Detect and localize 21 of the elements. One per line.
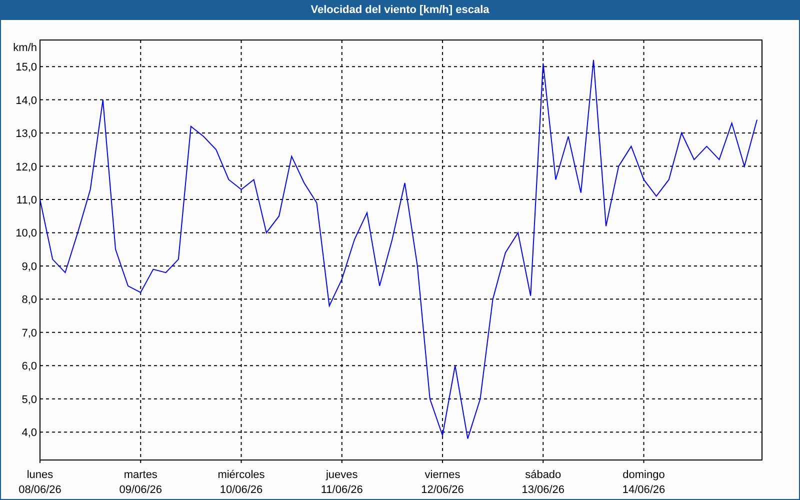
x-tick-label: jueves 11/06/26 — [320, 468, 364, 498]
y-tick-label: 11,0 — [16, 194, 37, 206]
x-tick-label: sábado 13/06/26 — [520, 468, 566, 498]
y-tick-label: 7,0 — [22, 327, 37, 340]
y-tick-label: 14,0 — [16, 94, 37, 107]
y-tick-label: 5,0 — [22, 394, 37, 406]
y-tick-label: 12,0 — [16, 161, 37, 174]
x-tick-label: viernes 12/06/26 — [420, 468, 465, 498]
y-tick-label: 6,0 — [22, 360, 37, 373]
y-tick-label: 13,0 — [16, 128, 37, 140]
x-tick-label: domingo 14/06/26 — [621, 468, 666, 498]
y-tick-label: 15,0 — [16, 62, 37, 74]
x-tick-label: martes 09/06/26 — [118, 468, 164, 498]
x-tick-label: lunes 08/06/26 — [18, 468, 62, 498]
y-tick-label: 9,0 — [22, 260, 37, 273]
y-tick-label: 4,0 — [22, 427, 37, 440]
y-tick-label: 8,0 — [22, 294, 37, 306]
y-axis-label: km/h — [13, 42, 37, 54]
y-tick-label: 10,0 — [16, 228, 37, 240]
x-tick-label: miércoles 10/06/26 — [216, 468, 266, 498]
window-title: Velocidad del viento [km/h] escala — [310, 2, 490, 18]
